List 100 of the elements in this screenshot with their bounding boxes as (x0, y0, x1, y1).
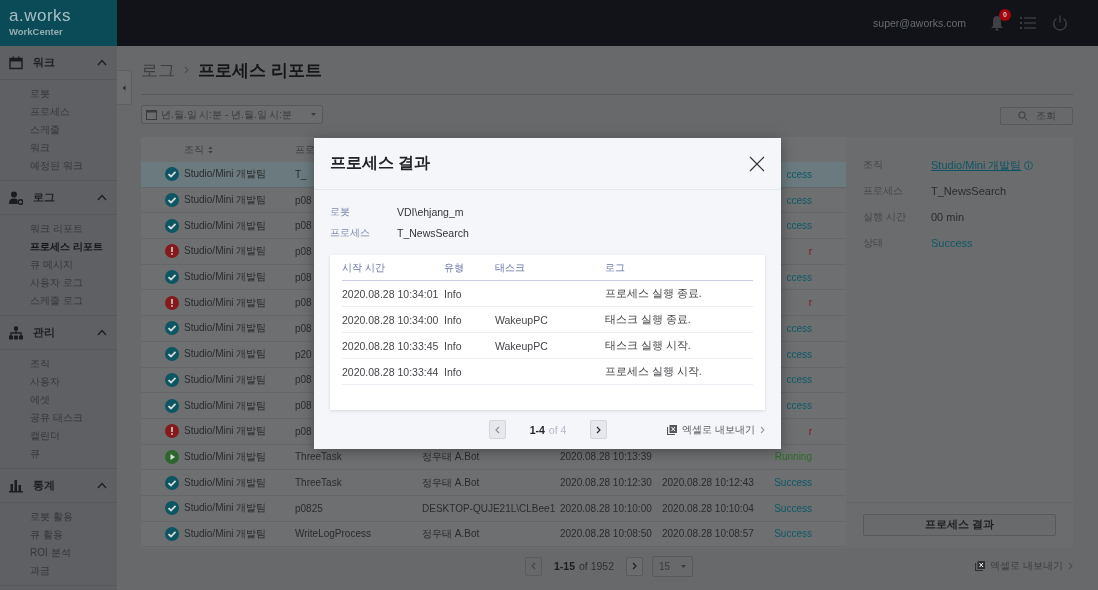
user-email: super@aworks.com (873, 17, 966, 29)
sidebar-item[interactable]: 프로세스 리포트 (30, 238, 103, 256)
column-header: 시작 시간 (342, 260, 386, 275)
table-cell-text: p08 (295, 220, 313, 232)
caret-left-icon (122, 84, 126, 91)
table-cell-text: Info (444, 339, 463, 352)
field-label: 로봇 (330, 204, 351, 219)
chevron-up-icon[interactable] (97, 329, 107, 336)
table-cell-text: Studio/Mini 개발팀 (184, 295, 268, 310)
table-cell-text: 2020.08.28 10:12:30 (560, 477, 653, 489)
table-cell-text: Studio/Mini 개발팀 (184, 270, 268, 285)
menu-icon[interactable] (1020, 16, 1036, 30)
field-value: VDI\ehjang_m (397, 205, 464, 218)
logo-text: a.works (9, 6, 72, 25)
table-cell-text: p08 (295, 400, 313, 412)
success-check-icon (165, 398, 179, 413)
table-cell-text: 정우태 A.Bot (422, 475, 481, 490)
table-cell-text: WakeupPC (495, 339, 549, 352)
table-cell-text: Studio/Mini 개발팀 (184, 424, 268, 439)
status-text: ccess (785, 400, 812, 412)
table-cell-text: Studio/Mini 개발팀 (184, 167, 268, 182)
table-cell-text: 2020.08.28 10:12:43 (662, 477, 755, 489)
status-text: ccess (785, 348, 812, 360)
table-cell-text: 프로세스 실행 시작. (605, 364, 703, 379)
success-check-icon (165, 347, 179, 362)
chevron-right-icon (632, 562, 637, 570)
chevron-up-icon[interactable] (97, 194, 107, 201)
table-cell-text: p08 (295, 271, 313, 283)
calendar-icon (146, 109, 157, 120)
bell-icon[interactable] (990, 15, 1004, 31)
status-text: r (807, 245, 812, 257)
org-link[interactable]: Studio/Mini 개발팀 (931, 157, 1022, 173)
table-row[interactable]: Studio/Mini 개발팀 ThreeTask 정우태 A.Bot 2020.08.28 10:12:30 2020.08.28 10:12:43 Success (141, 470, 846, 496)
table-cell-text: T_ (295, 168, 308, 180)
table-cell-text: Studio/Mini 개발팀 (184, 347, 268, 362)
power-icon[interactable] (1052, 15, 1068, 31)
process-result-button[interactable]: 프로세스 결과 (863, 514, 1056, 536)
info-icon[interactable] (1024, 160, 1034, 170)
section-title: 워크 (33, 55, 56, 70)
table-row[interactable]: Studio/Mini 개발팀 p0825 DESKTOP-QUJE21L\CLBee1 2020.08.28 10:10:00 2020.08.28 10:10:04 Success (141, 495, 846, 522)
table-cell-text: 2020.08.28 10:10:00 (560, 502, 653, 514)
previous-page-button[interactable] (525, 556, 542, 576)
page-range: 1-15 (553, 560, 575, 572)
collapse-sidebar-button[interactable] (117, 70, 132, 105)
status-text: ccess (785, 374, 812, 386)
table-cell-text: Info (444, 287, 463, 300)
success-check-icon (165, 526, 179, 541)
table-cell-text: 2020.08.28 10:10:04 (662, 502, 755, 514)
table-cell-text: 정우태 A.Bot (422, 526, 481, 541)
table-cell-text: p20 (295, 348, 313, 360)
status-text: ccess (785, 220, 812, 232)
search-icon (1017, 111, 1028, 121)
dialog-title: 프로세스 결과 (330, 153, 431, 173)
page-range: 1-4 (529, 423, 545, 436)
status-text: Success (773, 528, 812, 540)
success-check-icon (165, 193, 179, 208)
table-cell-text: p08 (295, 245, 313, 257)
field-label: 프로세스 (330, 225, 371, 240)
status-text: Success (931, 237, 973, 249)
status-text: Success (773, 477, 812, 489)
error-alert-icon (165, 244, 179, 259)
status-text: ccess (785, 168, 812, 180)
table-cell-text: 정우태 A.Bot (422, 449, 481, 464)
section-title: 로그 (33, 190, 56, 205)
close-icon (749, 155, 765, 172)
caret-down-icon (681, 564, 686, 568)
export-link[interactable]: 엑셀로 내보내기 (667, 422, 765, 437)
table-cell-text: Studio/Mini 개발팀 (184, 244, 268, 259)
table-cell-text: Studio/Mini 개발팀 (184, 398, 268, 413)
page-total: of 4 (548, 423, 567, 436)
close-button[interactable] (749, 155, 765, 172)
column-header: 로그 (605, 260, 626, 275)
chevron-up-icon[interactable] (97, 59, 107, 66)
error-alert-icon (165, 424, 179, 439)
sort-icon[interactable] (208, 145, 213, 154)
chevron-right-icon (760, 425, 765, 434)
table-cell-text: 2020.08.28 10:33:45 (342, 339, 440, 352)
chevron-up-icon[interactable] (97, 482, 107, 489)
table-cell-text: Studio/Mini 개발팀 (184, 475, 268, 490)
status-text: r (807, 425, 812, 437)
status-text: ccess (785, 271, 812, 283)
table-cell-text: DESKTOP-QUJE21L\CLBee1 (422, 502, 557, 514)
person-gear-icon (9, 190, 23, 205)
success-check-icon (165, 270, 179, 285)
table-cell-text: p08 (295, 322, 313, 334)
table-cell-text: Studio/Mini 개발팀 (184, 449, 268, 464)
table-cell-text: 프로세스 실행 종료. (605, 286, 703, 301)
bar-chart-icon (9, 478, 23, 493)
chevron-right-icon (184, 66, 189, 74)
table-cell-text: Studio/Mini 개발팀 (184, 526, 268, 541)
chevron-right-icon (596, 425, 601, 434)
table-row[interactable]: Studio/Mini 개발팀 WriteLogProcess 정우태 A.Bot 2020.08.28 10:08:50 2020.08.28 10:08:57 Success (141, 521, 846, 548)
column-header: 태스크 (495, 260, 526, 275)
calendar-icon (9, 55, 23, 70)
next-page-button[interactable] (626, 556, 643, 576)
table-cell-text: p08 (295, 297, 313, 309)
chevron-right-icon (1068, 562, 1073, 570)
table-cell-text: Info (444, 313, 463, 326)
success-check-icon (165, 218, 179, 233)
spreadsheet-icon (667, 424, 678, 435)
